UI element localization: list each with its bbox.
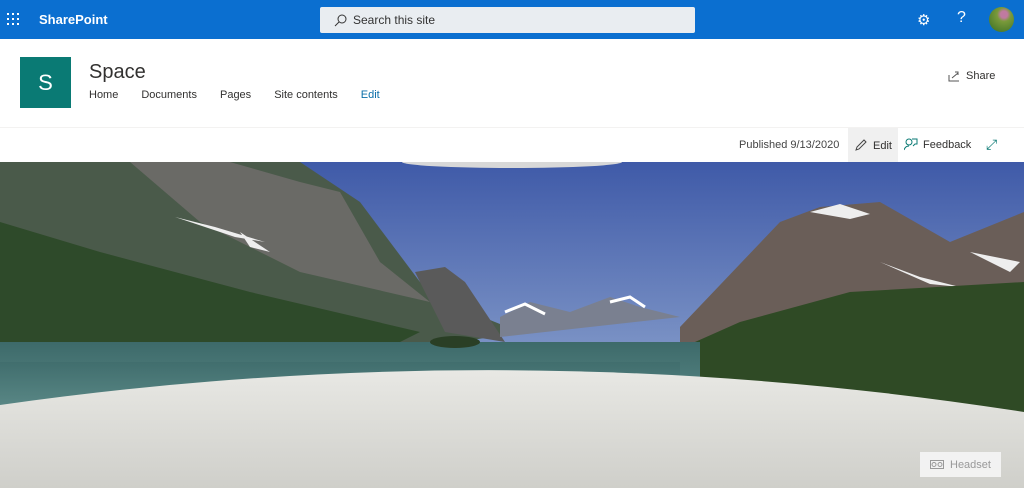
command-bar: Published 9/13/2020 Edit Feedback ⤢ — [0, 127, 1024, 163]
search-input[interactable]: Search this site — [320, 7, 695, 33]
avatar[interactable] — [989, 7, 1014, 32]
suite-bar: SharePoint Search this site ⚙ ? — [0, 0, 1024, 39]
site-nav: Home Documents Pages Site contents Edit — [89, 89, 403, 101]
published-date: Published 9/13/2020 — [739, 139, 840, 151]
share-label: Share — [966, 70, 996, 82]
share-icon — [948, 71, 959, 81]
expand-icon[interactable]: ⤢ — [986, 136, 997, 153]
feedback-button[interactable]: Feedback — [904, 138, 971, 151]
feedback-label: Feedback — [923, 138, 972, 151]
app-name[interactable]: SharePoint — [39, 12, 108, 27]
pencil-icon — [855, 139, 867, 151]
feedback-icon — [904, 138, 918, 151]
search-icon — [334, 14, 347, 26]
nav-home[interactable]: Home — [89, 89, 118, 101]
nav-documents[interactable]: Documents — [141, 89, 197, 101]
nav-pages[interactable]: Pages — [220, 89, 251, 101]
gear-icon[interactable]: ⚙ — [917, 11, 930, 29]
help-icon[interactable]: ? — [957, 9, 966, 27]
edit-button[interactable]: Edit — [848, 128, 898, 163]
search-placeholder: Search this site — [353, 13, 436, 27]
headset-button[interactable]: Headset — [920, 452, 1001, 477]
nav-edit[interactable]: Edit — [361, 89, 380, 101]
waffle-icon[interactable] — [7, 13, 19, 25]
share-button[interactable]: Share — [948, 70, 995, 82]
panorama-viewer[interactable] — [0, 162, 1024, 488]
headset-icon — [930, 460, 944, 469]
edit-label: Edit — [873, 139, 892, 152]
site-logo: S — [20, 57, 71, 108]
nav-site-contents[interactable]: Site contents — [274, 89, 338, 101]
headset-label: Headset — [950, 458, 991, 471]
site-title[interactable]: Space — [89, 61, 146, 84]
